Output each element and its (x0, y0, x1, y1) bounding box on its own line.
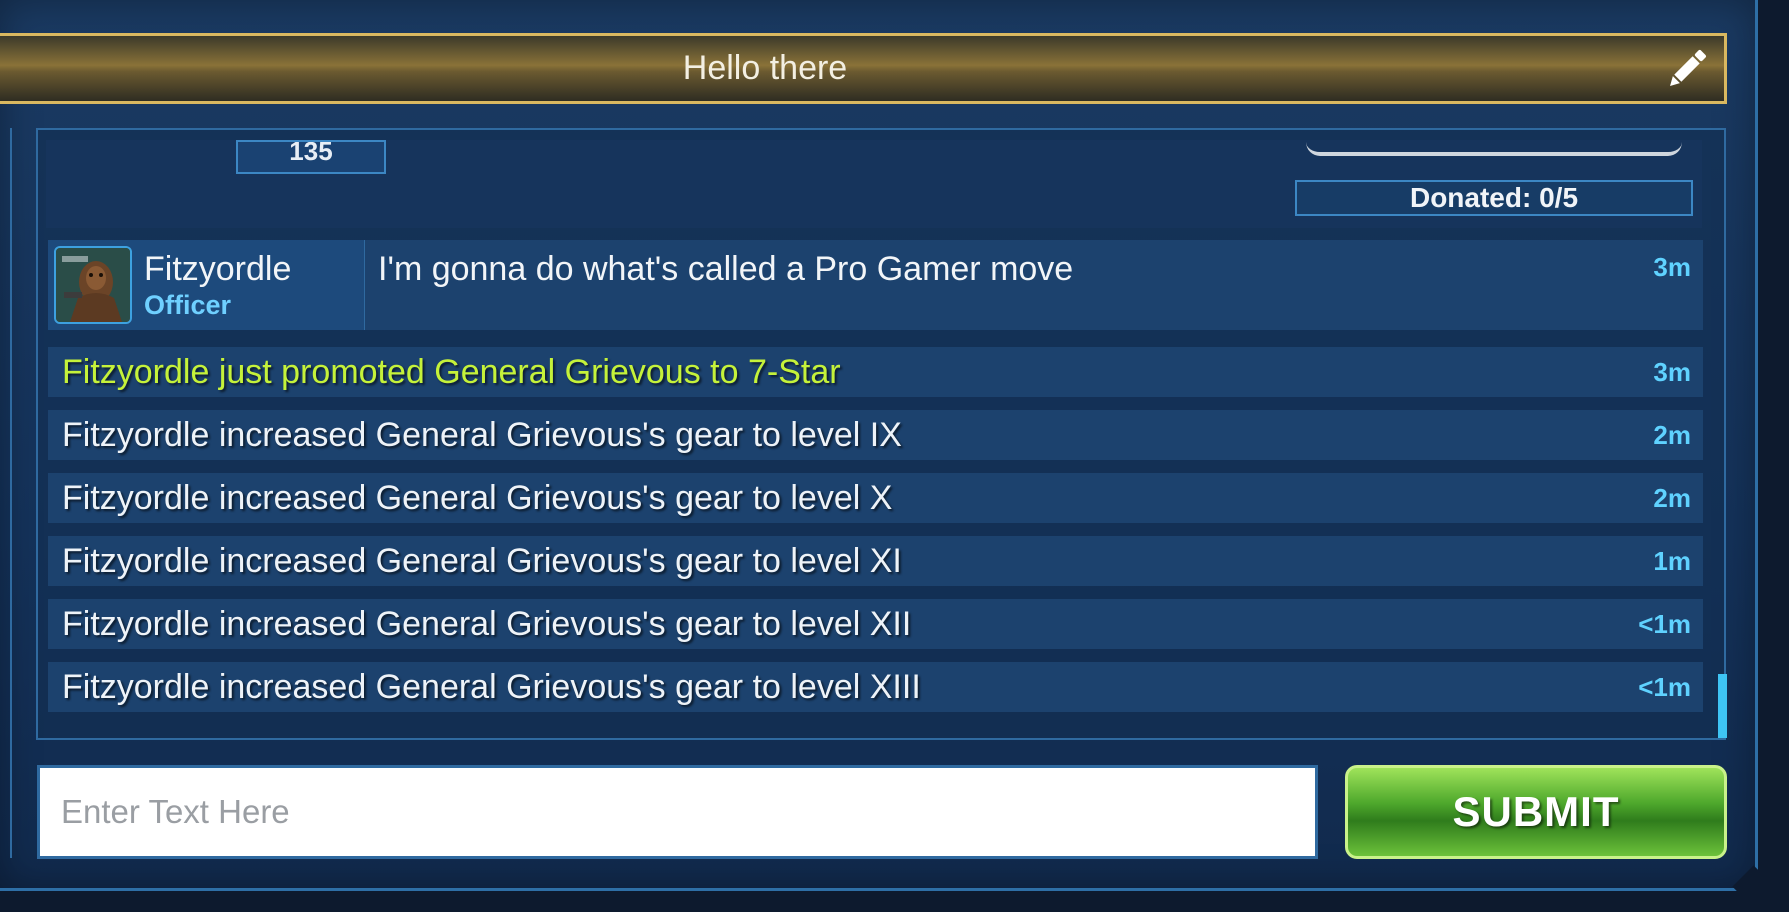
activity-time: 1m (1653, 546, 1691, 576)
chat-header: Hello there (0, 33, 1727, 104)
activity-time: 2m (1653, 420, 1691, 450)
message-text: I'm gonna do what's called a Pro Gamer m… (378, 250, 1074, 288)
activity-row: Fitzyordle increased General Grievous's … (48, 410, 1703, 460)
screen-bottom-edge (0, 892, 1789, 912)
activity-row: Fitzyordle just promoted General Grievou… (48, 347, 1703, 397)
activity-time: <1m (1638, 609, 1691, 639)
activity-text: Fitzyordle increased General Grievous's … (62, 416, 902, 454)
activity-row: Fitzyordle increased General Grievous's … (48, 599, 1703, 649)
activity-text: Fitzyordle increased General Grievous's … (62, 668, 921, 706)
chat-input[interactable] (37, 765, 1318, 859)
activity-text: Fitzyordle increased General Grievous's … (62, 542, 902, 580)
chat-scrollbar[interactable] (1718, 674, 1727, 738)
author-name: Fitzyordle (144, 250, 292, 288)
activity-text: Fitzyordle just promoted General Grievou… (62, 353, 841, 391)
donation-progress-bar (1306, 142, 1682, 156)
pencil-icon[interactable] (1662, 44, 1712, 94)
activity-row: Fitzyordle increased General Grievous's … (48, 536, 1703, 586)
activity-row: Fitzyordle increased General Grievous's … (48, 662, 1703, 712)
donation-count: 135 (236, 140, 386, 174)
chewbacca-avatar[interactable] (54, 246, 132, 324)
message-time: 3m (1653, 252, 1691, 282)
side-panel-edge (0, 128, 12, 858)
message-author[interactable]: Fitzyordle Officer (48, 240, 365, 330)
activity-text: Fitzyordle increased General Grievous's … (62, 479, 893, 517)
activity-text: Fitzyordle increased General Grievous's … (62, 605, 912, 643)
activity-time: <1m (1638, 672, 1691, 702)
chat-message: Fitzyordle Officer I'm gonna do what's c… (48, 240, 1703, 330)
activity-time: 2m (1653, 483, 1691, 513)
activity-row: Fitzyordle increased General Grievous's … (48, 473, 1703, 523)
chat-title: Hello there (682, 49, 848, 87)
donated-counter: Donated: 0/5 (1295, 180, 1693, 216)
submit-button[interactable]: SUBMIT (1345, 765, 1727, 859)
author-role: Officer (144, 290, 232, 320)
activity-time: 3m (1653, 357, 1691, 387)
